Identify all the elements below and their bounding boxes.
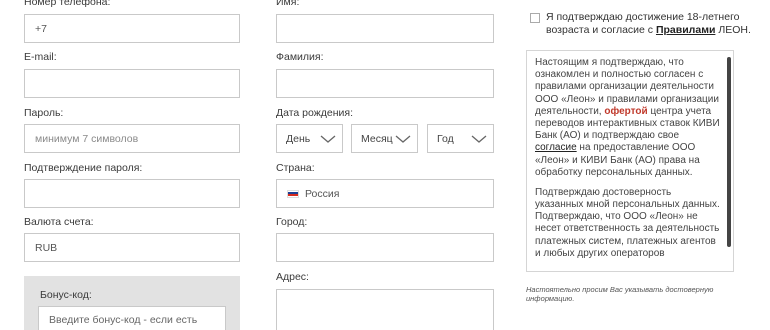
year-select-label: Год (437, 132, 454, 145)
month-select-label: Месяц (361, 132, 393, 145)
password-label: Пароль: (24, 107, 64, 119)
consent-checkbox[interactable] (530, 13, 540, 23)
consent-line-2-suffix: ЛЕОН. (715, 23, 751, 36)
month-select[interactable]: Месяц (351, 124, 418, 153)
offer-link[interactable]: офертой (604, 106, 647, 117)
address-input[interactable] (276, 289, 494, 330)
year-select[interactable]: Год (427, 124, 494, 153)
consent-link[interactable]: согласие (535, 142, 577, 153)
city-label: Город: (276, 216, 308, 228)
city-input[interactable] (276, 233, 494, 262)
email-label: E-mail: (24, 51, 57, 63)
consent-line-2-prefix: возраста и согласие с (546, 23, 656, 36)
consent-line-1: Я подтверждаю достижение 18-летнего (546, 11, 740, 23)
email-input[interactable] (24, 69, 240, 98)
terms-content: Настоящим я подтверждаю, что ознакомлен … (527, 51, 733, 260)
phone-input[interactable]: +7 (24, 14, 240, 43)
surname-input[interactable] (276, 69, 494, 98)
chevron-down-icon (471, 135, 487, 143)
terms-paragraph-2: Подтверждаю достоверность указанных мной… (535, 186, 720, 259)
chevron-down-icon (395, 135, 411, 143)
day-select[interactable]: День (276, 124, 343, 153)
rules-link[interactable]: Правилами (656, 24, 715, 36)
day-select-label: День (286, 132, 311, 145)
currency-label: Валюта счета: (24, 216, 94, 228)
confirm-password-label: Подтверждение пароля: (24, 162, 143, 174)
bonus-label: Бонус-код: (40, 289, 92, 301)
terms-paragraph-1: Настоящим я подтверждаю, что ознакомлен … (535, 57, 721, 179)
dob-label: Дата рождения: (276, 107, 353, 119)
password-placeholder: минимум 7 символов (35, 132, 139, 145)
name-input[interactable] (276, 14, 494, 43)
currency-field[interactable]: RUB (24, 233, 240, 262)
consent-line-2: возраста и согласие с Правилами ЛЕОН. (546, 24, 756, 37)
russia-flag-icon (287, 189, 299, 198)
terms-scroll-box[interactable]: Настоящим я подтверждаю, что ознакомлен … (526, 50, 734, 272)
consent-text: Я подтверждаю достижение 18-летнего возр… (546, 11, 756, 36)
country-value: Россия (305, 187, 340, 200)
bonus-placeholder: Введите бонус-код - если есть (49, 314, 198, 326)
phone-label: Номер телефона: (24, 0, 111, 8)
password-input[interactable]: минимум 7 символов (24, 124, 240, 153)
surname-label: Фамилия: (276, 51, 324, 63)
country-label: Страна: (276, 162, 315, 174)
bonus-code-input[interactable]: Введите бонус-код - если есть (38, 306, 226, 330)
confirm-password-input[interactable] (24, 179, 240, 208)
country-select[interactable]: Россия (276, 179, 494, 208)
bonus-panel: Бонус-код: Введите бонус-код - если есть (24, 276, 240, 330)
address-label: Адрес: (276, 271, 309, 283)
chevron-down-icon (320, 135, 336, 143)
name-label: Имя: (276, 0, 300, 8)
terms-scrollbar[interactable] (727, 57, 731, 247)
accuracy-note: Настоятельно просим Вас указывать достов… (526, 285, 714, 303)
